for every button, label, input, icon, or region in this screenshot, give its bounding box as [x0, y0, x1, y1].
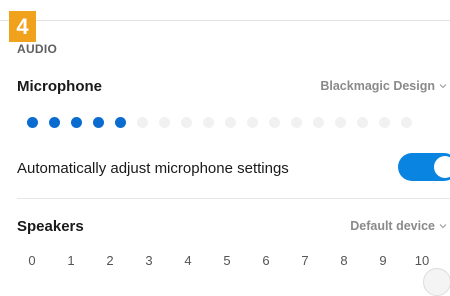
level-dot: [115, 116, 126, 128]
speaker-volume-scale: 0 1 2 3 4 5 6 7 8 9 10: [22, 253, 450, 271]
volume-scale-tick: 4: [184, 253, 192, 268]
microphone-device-dropdown[interactable]: Blackmagic Design: [320, 79, 447, 93]
volume-scale-tick: 7: [301, 253, 309, 268]
microphone-level-meter: [27, 113, 412, 131]
step-badge: 4: [9, 11, 36, 42]
level-dot: [291, 116, 302, 128]
level-dot: [247, 116, 258, 128]
section-divider: [17, 198, 450, 199]
level-dot: [225, 116, 236, 128]
speaker-volume-slider-thumb[interactable]: [423, 268, 450, 296]
volume-scale-tick: 9: [379, 253, 387, 268]
level-dot: [379, 116, 390, 128]
toggle-knob: [434, 156, 450, 178]
volume-scale-tick: 1: [67, 253, 75, 268]
section-title-audio: AUDIO: [17, 42, 58, 56]
speakers-label: Speakers: [17, 218, 84, 235]
level-dot: [357, 116, 368, 128]
volume-scale-tick: 10: [414, 253, 430, 268]
level-dot: [159, 116, 170, 128]
auto-adjust-toggle[interactable]: [398, 153, 450, 181]
chevron-down-icon: [439, 82, 447, 90]
volume-scale-tick: 3: [145, 253, 153, 268]
level-dot: [71, 116, 82, 128]
volume-scale-tick: 2: [106, 253, 114, 268]
volume-scale-tick: 0: [28, 253, 36, 268]
speakers-device-value: Default device: [350, 219, 435, 233]
level-dot: [137, 116, 148, 128]
microphone-label: Microphone: [17, 78, 102, 95]
top-divider: [0, 20, 450, 21]
level-dot: [181, 116, 192, 128]
level-dot: [203, 116, 214, 128]
volume-scale-tick: 5: [223, 253, 231, 268]
level-dot: [27, 116, 38, 128]
auto-adjust-label: Automatically adjust microphone settings: [17, 160, 289, 177]
level-dot: [313, 116, 324, 128]
chevron-down-icon: [439, 222, 447, 230]
level-dot: [269, 116, 280, 128]
volume-scale-tick: 8: [340, 253, 348, 268]
level-dot: [93, 116, 104, 128]
volume-scale-tick: 6: [262, 253, 270, 268]
microphone-device-value: Blackmagic Design: [320, 79, 435, 93]
level-dot: [335, 116, 346, 128]
level-dot: [401, 116, 412, 128]
level-dot: [49, 116, 60, 128]
speakers-device-dropdown[interactable]: Default device: [350, 219, 447, 233]
